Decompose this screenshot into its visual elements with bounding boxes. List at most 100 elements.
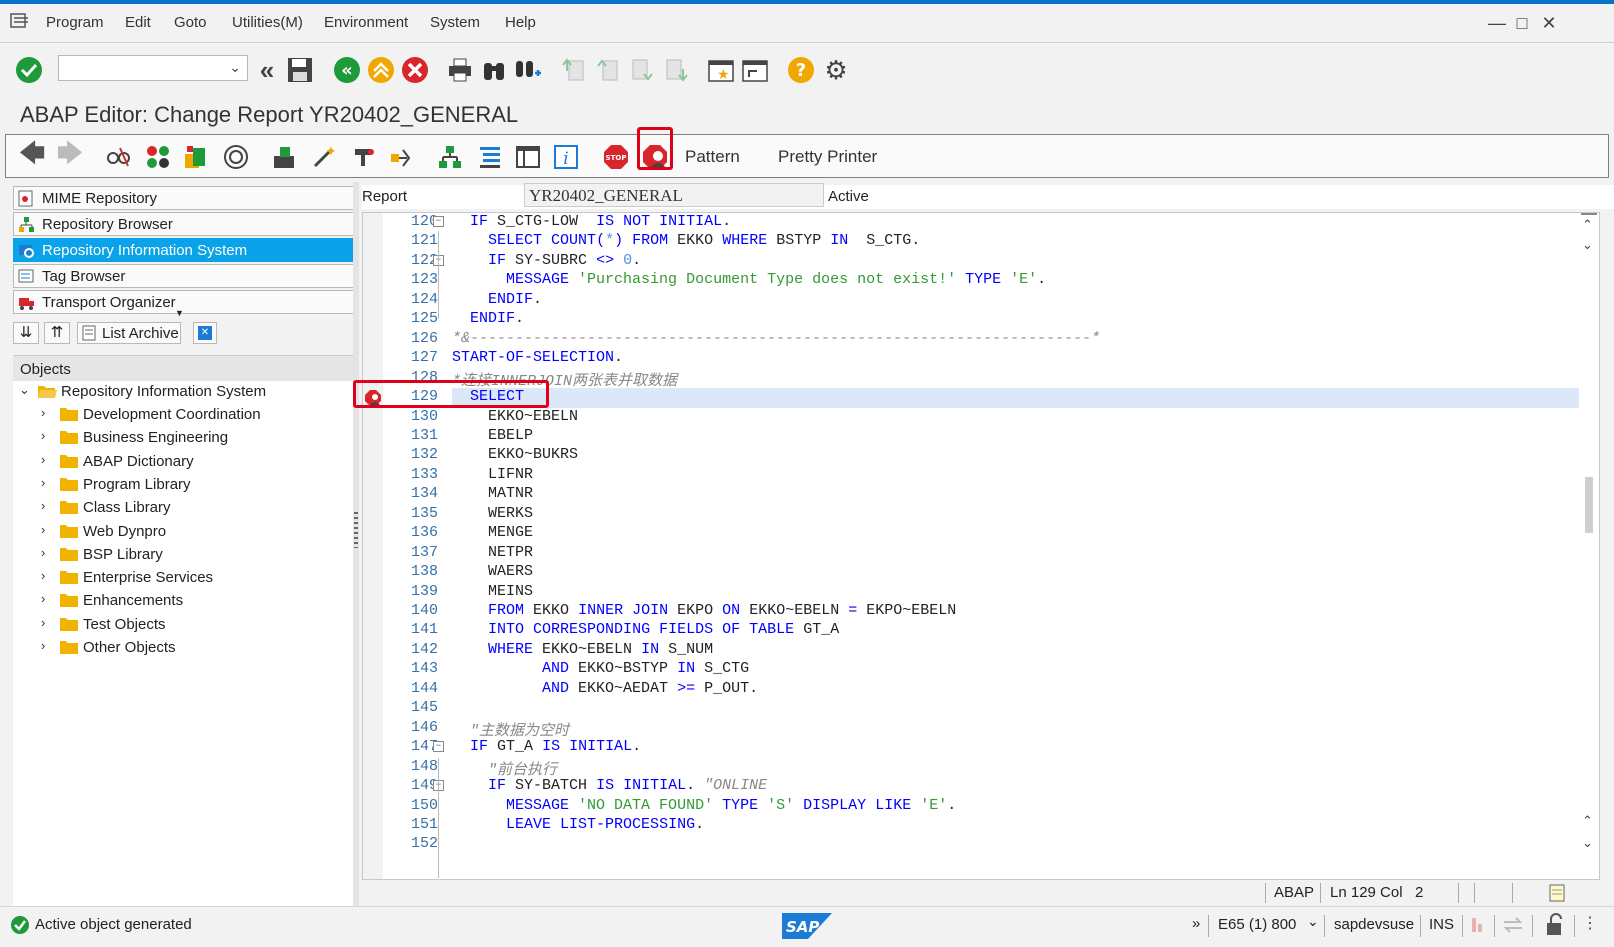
code-line[interactable]: 130 EKKO~EBELN (363, 408, 1599, 428)
tree-item[interactable]: › Enterprise Services (13, 567, 353, 589)
chevron-right-icon[interactable]: › (41, 591, 45, 606)
command-field[interactable]: ⌄ (58, 55, 248, 81)
code-line[interactable]: 147− IF GT_A IS INITIAL. (363, 738, 1599, 758)
code-line[interactable]: 140 FROM EKKO INNER JOIN EKPO ON EKKO~EB… (363, 602, 1599, 622)
code-line[interactable]: 148 "前台执行 (363, 758, 1599, 779)
code-line[interactable]: 149− IF SY-BATCH IS INITIAL. "ONLINE (363, 777, 1599, 797)
code-line[interactable]: 134 MATNR (363, 485, 1599, 505)
activate-button[interactable] (350, 143, 378, 171)
chevron-right-icon[interactable]: › (41, 568, 45, 583)
close-window-icon[interactable]: ✕ (1538, 12, 1560, 34)
tree-item[interactable]: › Development Coordination (13, 404, 353, 426)
find-button[interactable] (480, 56, 508, 84)
panel-splitter[interactable] (353, 182, 359, 906)
code-line[interactable]: 135 WERKS (363, 505, 1599, 525)
info-button[interactable]: i (552, 143, 580, 171)
code-line[interactable]: 125 ENDIF. (363, 310, 1599, 330)
nav-repository-browser[interactable]: Repository Browser (13, 212, 356, 236)
splitter-grip[interactable] (354, 512, 358, 548)
exit-button[interactable] (367, 56, 395, 84)
code-line[interactable]: 145 (363, 699, 1599, 719)
wizard-button[interactable]: ✦ (310, 143, 338, 171)
find-next-button[interactable] (514, 56, 542, 84)
settings-button[interactable]: ⚙ (822, 55, 850, 85)
list-archive-button[interactable]: List Archive (77, 322, 181, 344)
new-session-button[interactable]: ★ (707, 56, 735, 84)
nav-back-button[interactable]: 🡄 (18, 138, 46, 171)
collapse-command-button[interactable]: « (253, 55, 281, 85)
display-change-button[interactable] (104, 143, 132, 171)
code-line[interactable]: 124 ENDIF. (363, 291, 1599, 311)
fold-toggle-icon[interactable]: − (433, 216, 444, 227)
code-editor[interactable]: 120− IF S_CTG-LOW IS NOT INITIAL. 121 SEL… (362, 212, 1600, 880)
tree-item[interactable]: › BSP Library (13, 544, 353, 566)
chevron-right-icon[interactable]: › (41, 498, 45, 513)
report-name-field[interactable]: YR20402_GENERAL (524, 183, 824, 207)
code-line[interactable]: 132 EKKO~BUKRS (363, 446, 1599, 466)
more-items-icon[interactable]: ▼ (175, 308, 184, 318)
nav-transport-organizer[interactable]: Transport Organizer (13, 290, 356, 314)
active-inactive-button[interactable] (144, 143, 172, 171)
scroll-up-bottom-icon[interactable]: ⌃ (1582, 813, 1593, 829)
code-line[interactable]: 133 LIFNR (363, 466, 1599, 486)
menu-program[interactable]: Program (46, 14, 104, 31)
chevron-right-icon[interactable]: › (41, 545, 45, 560)
collapse-all-button[interactable]: ⇈ (44, 322, 70, 344)
insert-mode[interactable]: INS (1429, 916, 1454, 933)
code-line[interactable]: 136 MENGE (363, 524, 1599, 544)
menu-system[interactable]: System (430, 14, 480, 31)
menu-edit[interactable]: Edit (125, 14, 151, 31)
tree-item[interactable]: › Test Objects (13, 614, 353, 636)
pretty-printer-button[interactable]: Pretty Printer (778, 147, 877, 167)
code-line[interactable]: 122− IF SY-SUBRC <> 0. (363, 252, 1599, 272)
save-button[interactable] (286, 56, 314, 84)
code-line[interactable]: 150 MESSAGE 'NO DATA FOUND' TYPE 'S' DIS… (363, 797, 1599, 817)
where-used-button[interactable] (222, 143, 250, 171)
chevron-right-icon[interactable]: › (41, 452, 45, 467)
outline-button[interactable] (476, 143, 504, 171)
code-line[interactable]: 121 SELECT COUNT(*) FROM EKKO WHERE BSTY… (363, 232, 1599, 252)
tree-item[interactable]: › Web Dynpro (13, 521, 353, 543)
enter-button[interactable] (15, 56, 43, 84)
code-line[interactable]: 144 AND EKKO~AEDAT >= P_OUT. (363, 680, 1599, 700)
help-button[interactable]: ? (787, 56, 815, 84)
hierarchy-button[interactable] (436, 143, 464, 171)
nav-tag-browser[interactable]: Tag Browser (13, 264, 356, 288)
code-line[interactable]: 139 MEINS (363, 583, 1599, 603)
status-expand-icon[interactable]: » (1192, 915, 1200, 932)
lock-icon[interactable] (1544, 913, 1566, 937)
shortcut-button[interactable] (741, 56, 769, 84)
expanded-chevron-icon[interactable]: ⌄ (19, 382, 30, 398)
menu-utilities[interactable]: Utilities(M) (232, 14, 303, 31)
set-breakpoint-button[interactable]: STOP (602, 143, 630, 171)
tree-item[interactable]: › ABAP Dictionary (13, 451, 353, 473)
chevron-right-icon[interactable]: › (41, 522, 45, 537)
code-line[interactable]: 126 *&-----------------------------------… (363, 330, 1599, 350)
test-button[interactable] (270, 143, 298, 171)
chevron-down-icon[interactable]: ⌄ (1307, 913, 1319, 930)
tree-item[interactable]: › Other Objects (13, 637, 353, 659)
cancel-button[interactable] (401, 56, 429, 84)
maximize-icon[interactable]: □ (1511, 12, 1533, 34)
check-button[interactable] (388, 143, 416, 171)
system-info[interactable]: E65 (1) 800 (1218, 916, 1296, 933)
notepad-icon[interactable] (1548, 882, 1566, 902)
tree-item[interactable]: › Program Library (13, 474, 353, 496)
status-menu-icon[interactable]: ⋮ (1582, 913, 1598, 933)
scroll-up-icon[interactable]: ⌃ (1582, 217, 1593, 233)
menu-environment[interactable]: Environment (324, 14, 408, 31)
code-line[interactable]: 123 MESSAGE 'Purchasing Document Type do… (363, 271, 1599, 291)
code-line[interactable]: 120− IF S_CTG-LOW IS NOT INITIAL. (363, 213, 1599, 233)
code-line[interactable]: 138 WAERS (363, 563, 1599, 583)
code-line[interactable]: 146 "主数据为空时 (363, 719, 1599, 740)
layout-button[interactable] (514, 143, 542, 171)
nav-mime-repository[interactable]: MIME Repository (13, 186, 356, 210)
print-button[interactable] (446, 56, 474, 84)
tree-item[interactable]: › Business Engineering (13, 427, 353, 449)
object-list-button[interactable] (182, 143, 210, 171)
nav-repository-information-system[interactable]: Repository Information System (13, 238, 356, 262)
expand-all-button[interactable]: ⇊ (13, 322, 39, 344)
scroll-down-bottom-icon[interactable]: ⌄ (1582, 835, 1593, 851)
chevron-right-icon[interactable]: › (41, 428, 45, 443)
close-panel-button[interactable]: ✕ (193, 322, 217, 344)
